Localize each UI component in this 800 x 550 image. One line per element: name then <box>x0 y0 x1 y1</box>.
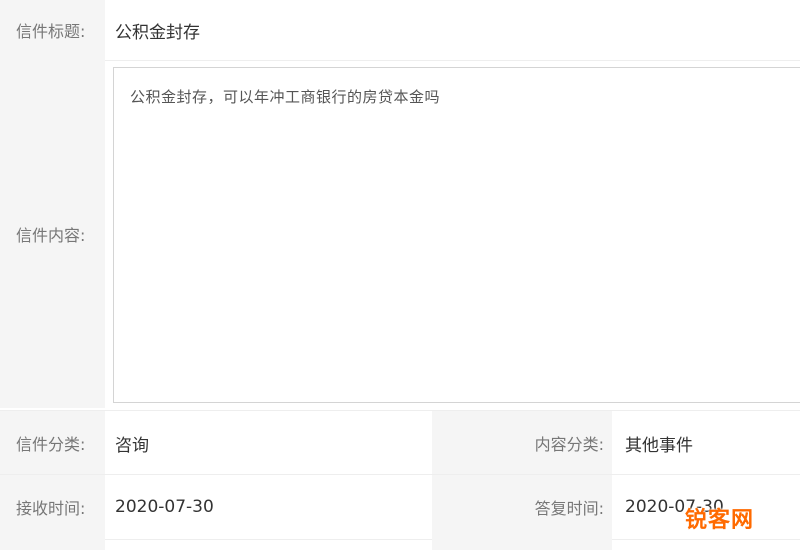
letter-category-value: 咨询 <box>115 435 149 456</box>
content-category-value: 其他事件 <box>625 435 693 456</box>
letter-category-row: 信件分类: 咨询 内容分类: 其他事件 <box>0 410 800 475</box>
letter-title-value: 公积金封存 <box>115 22 200 43</box>
received-time-value: 2020-07-30 <box>115 497 214 517</box>
letter-content-row: 信件内容: 公积金封存，可以年冲工商银行的房贷本金吗 <box>0 60 800 408</box>
letter-title-row: 信件标题: 公积金封存 <box>0 0 800 61</box>
content-category-label: 内容分类: <box>432 411 612 475</box>
letter-detail-page: 信件标题: 公积金封存 信件内容: 公积金封存，可以年冲工商银行的房贷本金吗 信… <box>0 0 800 550</box>
letter-dates-row: 接收时间: 2020-07-30 答复时间: 2020-07-30 <box>0 474 800 540</box>
reply-time-label: 答复时间: <box>432 475 612 539</box>
next-row-mid-cell <box>432 538 612 550</box>
received-time-label: 接收时间: <box>0 475 105 539</box>
next-row-partial <box>0 538 800 550</box>
letter-title-label: 信件标题: <box>0 0 105 60</box>
next-row-label-cell <box>0 538 105 550</box>
watermark-logo: 锐客网 <box>684 508 754 533</box>
letter-content-textarea[interactable]: 公积金封存，可以年冲工商银行的房贷本金吗 <box>113 67 800 403</box>
letter-category-label: 信件分类: <box>0 411 105 475</box>
letter-content-label: 信件内容: <box>0 60 105 408</box>
